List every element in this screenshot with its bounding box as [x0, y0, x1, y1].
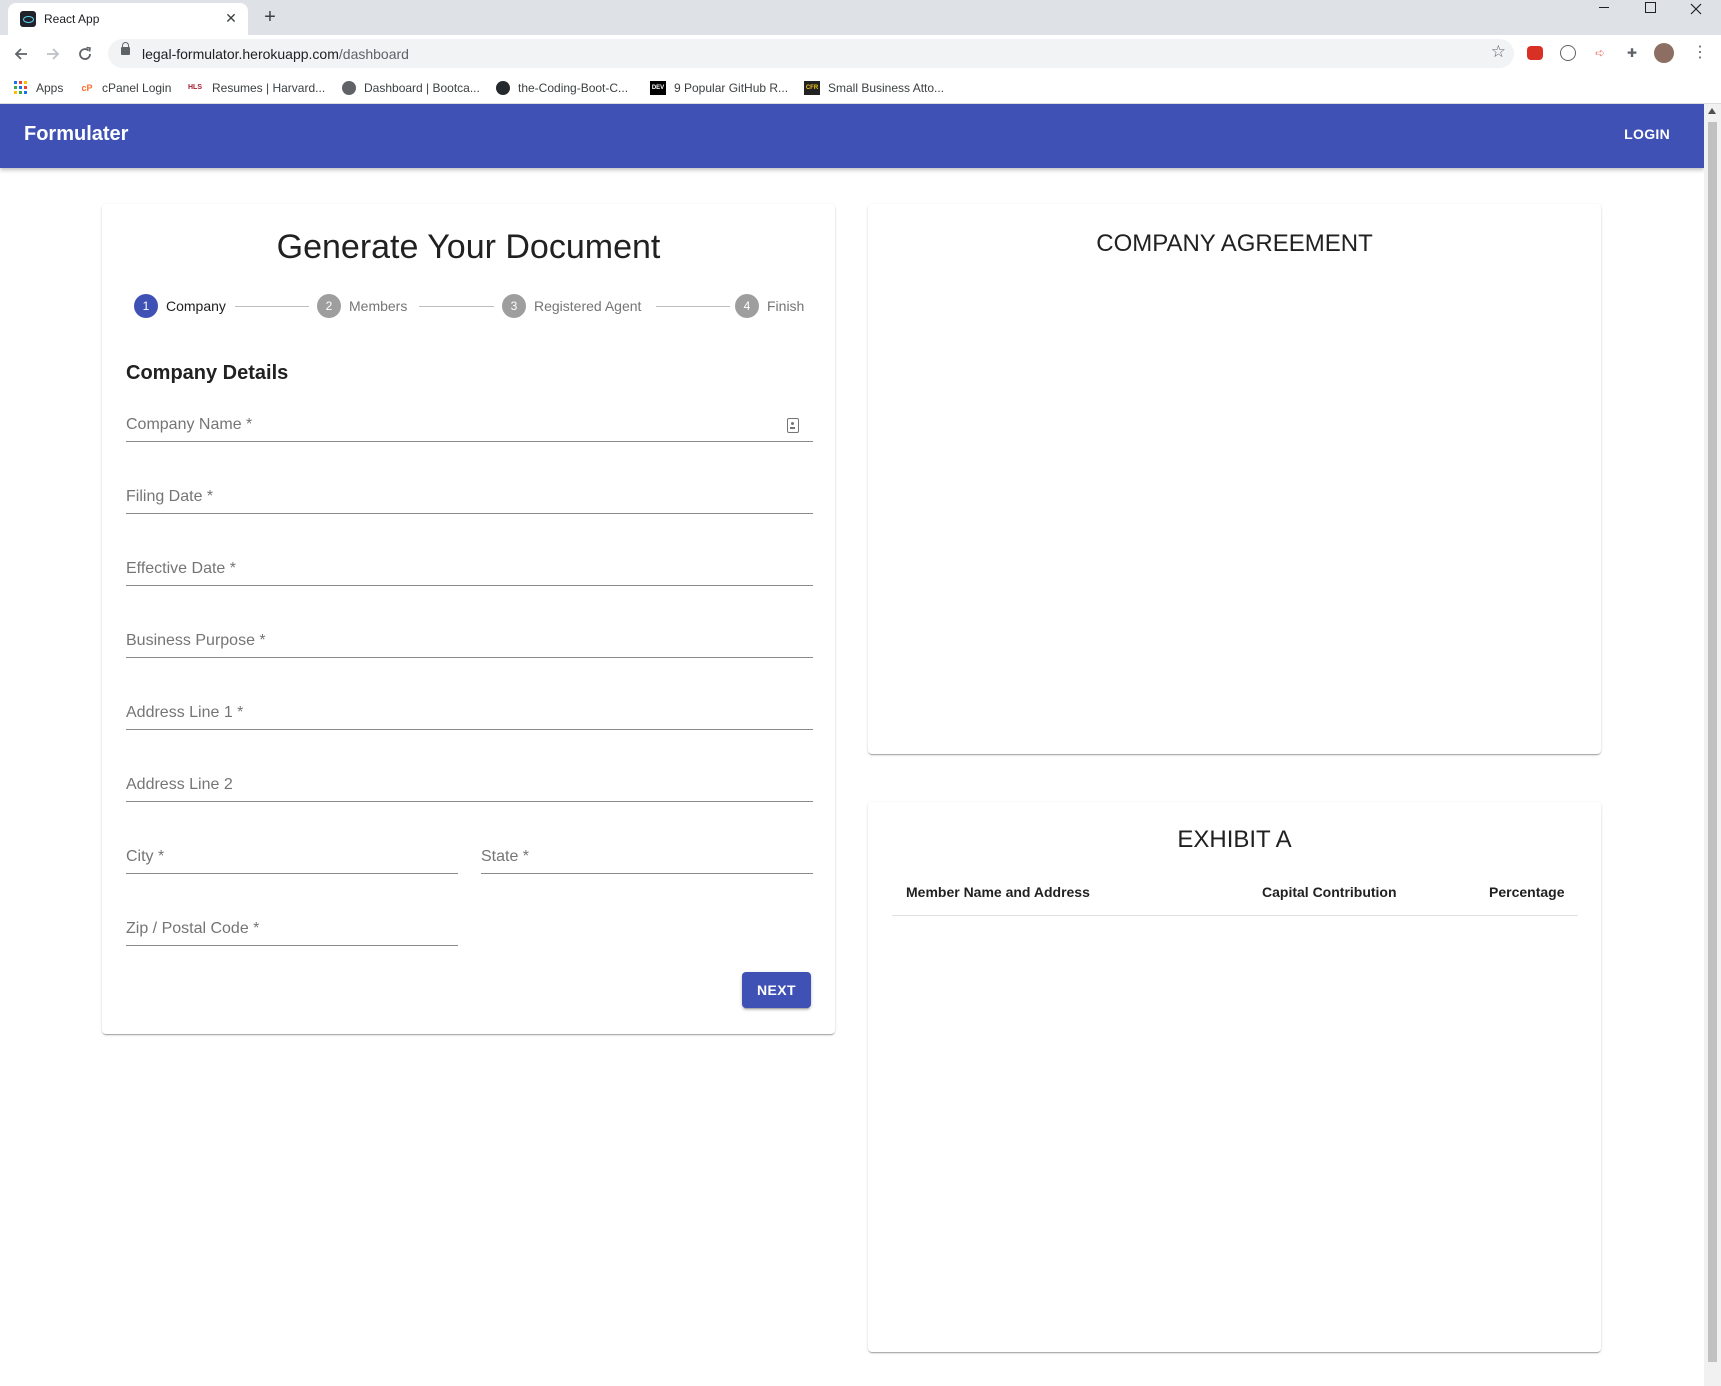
browser-toolbar: legal-formulator.herokuapp.com/dashboard…: [0, 35, 1721, 72]
step-connector: [235, 306, 309, 307]
step-connector: [656, 306, 730, 307]
extension-arrow-icon[interactable]: ➪: [1590, 43, 1610, 63]
step-label: Registered Agent: [534, 298, 642, 314]
window-minimize-button[interactable]: [1581, 0, 1627, 30]
window-maximize-button[interactable]: [1627, 0, 1673, 30]
github-icon: [496, 81, 510, 95]
step-finish[interactable]: 4 Finish: [735, 292, 804, 320]
brand-title[interactable]: Formulater: [24, 123, 128, 146]
bookmark-dev[interactable]: DEV 9 Popular GitHub R...: [650, 79, 788, 97]
page-scrollbar[interactable]: [1704, 104, 1721, 1386]
zip-input[interactable]: [126, 916, 458, 944]
step-members[interactable]: 2 Members: [317, 292, 407, 320]
effective-date-field[interactable]: Effective Date *: [126, 554, 813, 586]
bookmark-small-business[interactable]: CFR Small Business Atto...: [804, 79, 944, 97]
bookmark-star-icon[interactable]: ☆: [1491, 42, 1506, 62]
step-company[interactable]: 1 Company: [134, 292, 226, 320]
tab-title: React App: [44, 12, 100, 26]
browser-tab-strip: React App ✕ +: [0, 0, 1721, 35]
extensions-puzzle-icon[interactable]: ✚: [1622, 43, 1642, 63]
form-title: Generate Your Document: [276, 228, 661, 266]
profile-avatar[interactable]: [1654, 43, 1674, 63]
exhibit-a-card: EXHIBIT A Member Name and Address Capita…: [868, 802, 1601, 1352]
address-line-2-field[interactable]: Address Line 2: [126, 770, 813, 802]
login-button[interactable]: LOGIN: [1624, 126, 1670, 142]
scroll-up-arrow-icon[interactable]: [1708, 108, 1716, 114]
step-label: Finish: [767, 298, 805, 314]
next-button[interactable]: NEXT: [742, 972, 811, 1008]
bookmark-apps[interactable]: Apps: [14, 79, 63, 97]
bookmark-harvard[interactable]: HLS Resumes | Harvard...: [186, 79, 325, 97]
step-number: 2: [317, 294, 341, 318]
city-field[interactable]: City *: [126, 842, 458, 874]
extension-red-icon[interactable]: [1527, 46, 1543, 60]
tab-close-icon[interactable]: ✕: [222, 9, 240, 27]
business-purpose-field[interactable]: Business Purpose *: [126, 626, 813, 658]
agreement-title: COMPANY AGREEMENT: [1096, 230, 1373, 257]
state-input[interactable]: [481, 844, 813, 872]
bookmark-dashboard[interactable]: Dashboard | Bootca...: [342, 79, 480, 97]
filing-date-field[interactable]: Filing Date *: [126, 482, 813, 514]
scrollbar-thumb[interactable]: [1708, 122, 1717, 1362]
step-number: 3: [502, 294, 526, 318]
exhibit-title: EXHIBIT A: [1177, 826, 1292, 853]
business-purpose-input[interactable]: [126, 628, 813, 656]
document-form-card: Generate Your Document 1 Company 2 Membe…: [102, 204, 835, 1034]
step-label: Company: [166, 298, 226, 314]
city-input[interactable]: [126, 844, 458, 872]
forward-button[interactable]: [40, 41, 66, 67]
company-agreement-card: COMPANY AGREEMENT: [868, 204, 1601, 754]
dev-icon: DEV: [650, 81, 666, 95]
page-viewport: Formulater LOGIN Generate Your Document …: [0, 104, 1721, 1386]
filing-date-input[interactable]: [126, 484, 813, 512]
column-header-member: Member Name and Address: [906, 884, 1090, 900]
apps-grid-icon: [14, 81, 28, 95]
new-tab-button[interactable]: +: [258, 6, 282, 30]
close-icon: [1690, 3, 1702, 15]
state-field[interactable]: State *: [481, 842, 813, 874]
back-arrow-icon: [14, 48, 27, 60]
company-name-field[interactable]: Company Name *: [126, 410, 813, 442]
browser-tab[interactable]: React App ✕: [8, 3, 248, 35]
step-connector: [419, 306, 494, 307]
app-bar: Formulater LOGIN: [0, 104, 1704, 168]
column-header-capital: Capital Contribution: [1262, 884, 1397, 900]
step-registered-agent[interactable]: 3 Registered Agent: [502, 292, 641, 320]
reload-icon: [79, 46, 91, 60]
step-label: Members: [349, 298, 408, 314]
harvard-icon: HLS: [188, 84, 202, 91]
bookmark-github[interactable]: the-Coding-Boot-C...: [496, 79, 628, 97]
step-number: 1: [134, 294, 158, 318]
step-number: 4: [735, 294, 759, 318]
forward-arrow-icon: [47, 48, 60, 60]
section-title: Company Details: [126, 362, 289, 384]
address-line-1-field[interactable]: Address Line 1 *: [126, 698, 813, 730]
react-favicon-icon: [20, 11, 36, 27]
column-header-percentage: Percentage: [1489, 884, 1565, 900]
address-line-1-input[interactable]: [126, 700, 813, 728]
reload-button[interactable]: [72, 41, 98, 67]
back-button[interactable]: [8, 41, 34, 67]
address-bar[interactable]: legal-formulator.herokuapp.com/dashboard…: [108, 39, 1514, 68]
contact-card-icon[interactable]: [787, 418, 799, 433]
cfr-icon: CFR: [804, 81, 820, 95]
members-table-header: Member Name and Address Capital Contribu…: [892, 874, 1578, 916]
window-close-button[interactable]: [1673, 0, 1719, 30]
zip-field[interactable]: Zip / Postal Code *: [126, 914, 458, 946]
company-name-input[interactable]: [126, 412, 813, 440]
extension-circle-icon[interactable]: [1560, 45, 1576, 61]
bookmark-cpanel[interactable]: cP cPanel Login: [80, 79, 171, 97]
cpanel-icon: cP: [81, 83, 93, 93]
stepper: 1 Company 2 Members 3 Registered Agent 4…: [132, 292, 806, 320]
url-text[interactable]: legal-formulator.herokuapp.com/dashboard: [142, 46, 409, 62]
bookmarks-bar: Apps cP cPanel Login HLS Resumes | Harva…: [0, 72, 1721, 104]
lock-icon[interactable]: [121, 42, 130, 55]
effective-date-input[interactable]: [126, 556, 813, 584]
globe-icon: [342, 81, 356, 95]
address-line-2-input[interactable]: [126, 772, 813, 800]
browser-menu-icon[interactable]: ⋮: [1690, 43, 1710, 63]
